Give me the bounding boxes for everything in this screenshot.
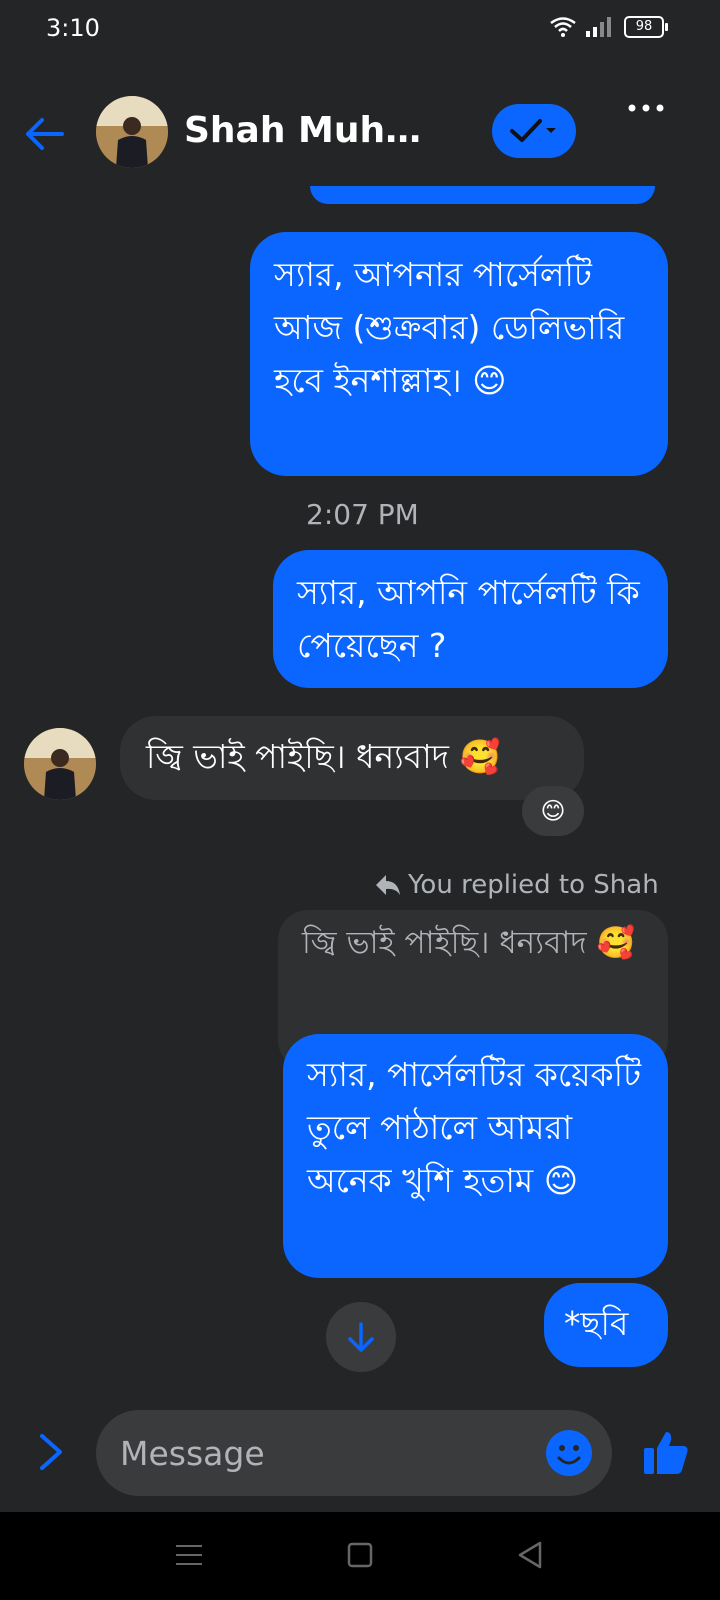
wifi-icon bbox=[550, 17, 576, 37]
back-arrow-icon[interactable] bbox=[22, 112, 66, 156]
verify-dropdown-button[interactable] bbox=[492, 104, 576, 158]
smiley-icon bbox=[557, 1445, 581, 1465]
incoming-avatar[interactable] bbox=[24, 728, 96, 800]
avatar-photo-icon bbox=[96, 96, 168, 168]
outgoing-message-4[interactable]: *ছবি bbox=[544, 1283, 668, 1367]
more-dots-icon[interactable] bbox=[626, 98, 666, 118]
incoming-message[interactable]: জ্বি ভাই পাইছি। ধন্যবাদ 🥰 bbox=[120, 716, 584, 800]
menu-lines-icon[interactable] bbox=[172, 1538, 206, 1572]
emoji-button[interactable] bbox=[546, 1430, 592, 1476]
reply-arrow-icon bbox=[376, 875, 400, 895]
back-triangle-icon[interactable] bbox=[514, 1538, 548, 1572]
previous-message-bubble[interactable] bbox=[310, 186, 655, 204]
message-timestamp: 2:07 PM bbox=[306, 498, 419, 531]
signal-icon bbox=[586, 17, 611, 37]
contact-avatar[interactable] bbox=[96, 96, 168, 168]
status-time: 3:10 bbox=[46, 14, 100, 42]
avatar-photo-icon bbox=[24, 728, 96, 800]
arrow-down-icon bbox=[348, 1322, 374, 1352]
message-reaction[interactable]: 😊 bbox=[522, 786, 584, 836]
outgoing-message-1[interactable]: স্যার, আপনার পার্সেলটি আজ (শুক্রবার) ডেল… bbox=[250, 232, 668, 476]
chevron-right-icon[interactable] bbox=[36, 1430, 66, 1474]
reply-indicator: You replied to Shah bbox=[374, 870, 659, 900]
scroll-to-bottom-button[interactable] bbox=[326, 1302, 396, 1372]
status-icons: 98 bbox=[550, 16, 668, 38]
outgoing-message-3[interactable]: স্যার, পার্সেলটির কয়েকটি তুলে পাঠালে আম… bbox=[283, 1034, 668, 1278]
home-square-icon[interactable] bbox=[343, 1538, 377, 1572]
battery-icon: 98 bbox=[624, 16, 668, 38]
contact-name[interactable]: Shah Muham... bbox=[184, 110, 444, 151]
check-dropdown-icon bbox=[510, 119, 556, 142]
thumbs-up-icon[interactable] bbox=[642, 1428, 690, 1476]
message-input[interactable] bbox=[96, 1410, 612, 1496]
outgoing-message-2[interactable]: স্যার, আপনি পার্সেলটি কি পেয়েছেন ? bbox=[273, 550, 668, 688]
reply-label: You replied to Shah bbox=[408, 870, 659, 900]
